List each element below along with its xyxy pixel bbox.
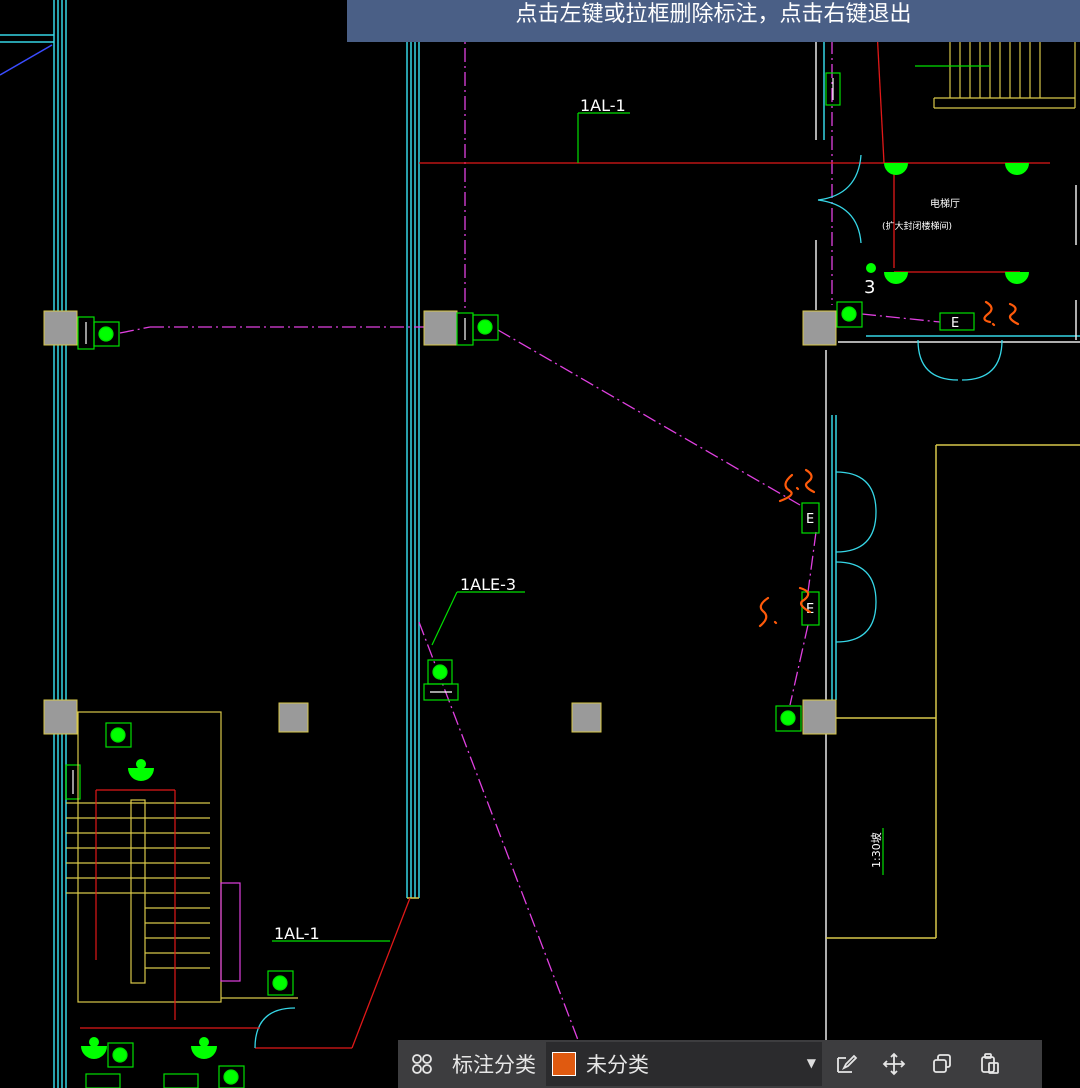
copy-icon[interactable] bbox=[918, 1040, 966, 1088]
hint-banner: 点击左键或拉框删除标注，点击右键退出 bbox=[347, 0, 1080, 42]
label-leaders bbox=[272, 112, 630, 942]
category-dropdown[interactable]: 未分类 ▼ bbox=[546, 1042, 822, 1086]
category-label: 标注分类 bbox=[452, 1053, 536, 1077]
circuit-label-top: 1AL-1 bbox=[580, 96, 626, 115]
number-label: 3 bbox=[864, 277, 875, 298]
annotation-toolbar: 标注分类 未分类 ▼ bbox=[398, 1040, 1042, 1088]
emergency-light-fixtures bbox=[93, 301, 863, 1088]
room-note-label: (扩大封闭楼梯间) bbox=[882, 220, 952, 232]
circuit-label-emergency: 1ALE-3 bbox=[460, 575, 516, 594]
exit-sign-label-2: E bbox=[806, 512, 814, 527]
category-color-swatch bbox=[552, 1052, 576, 1076]
left-wall bbox=[0, 0, 67, 1088]
slope-label: 1:30坡 bbox=[870, 832, 883, 868]
markup-note-1[interactable] bbox=[983, 300, 1020, 327]
paste-icon[interactable] bbox=[966, 1040, 1014, 1088]
bottom-left-stairwell bbox=[66, 711, 298, 1003]
ceiling-lights bbox=[81, 163, 1029, 1059]
right-wall bbox=[815, 0, 1080, 1050]
exit-sign-label-1: E bbox=[951, 316, 959, 331]
exit-direction-signs bbox=[65, 72, 841, 800]
emergency-circuit-lines bbox=[119, 0, 941, 1041]
category-value: 未分类 bbox=[586, 1053, 649, 1077]
move-icon[interactable] bbox=[870, 1040, 918, 1088]
wall-blue-diag bbox=[0, 44, 53, 76]
hint-text: 点击左键或拉框删除标注，点击右键退出 bbox=[515, 2, 912, 27]
stairwell-red-lines bbox=[80, 789, 260, 1029]
door-swings bbox=[254, 154, 1003, 1049]
room-name-label: 电梯厅 bbox=[930, 197, 960, 210]
chevron-down-icon: ▼ bbox=[806, 1056, 816, 1070]
cad-drawing-canvas[interactable]: 1AL-1 1ALE-3 1AL-1 E E E 电梯厅 (扩大封闭楼梯间) 3… bbox=[0, 0, 1080, 1088]
markup-annotations[interactable] bbox=[758, 300, 1020, 628]
lighting-circuit-lines bbox=[255, 29, 1050, 1049]
edit-icon[interactable] bbox=[822, 1040, 870, 1088]
stairwell-magenta-box bbox=[220, 882, 241, 982]
circuit-label-bottom: 1AL-1 bbox=[274, 924, 320, 943]
center-column-wall bbox=[406, 0, 420, 899]
exit-e-signs bbox=[85, 312, 975, 1088]
grid-icon[interactable] bbox=[398, 1040, 446, 1088]
